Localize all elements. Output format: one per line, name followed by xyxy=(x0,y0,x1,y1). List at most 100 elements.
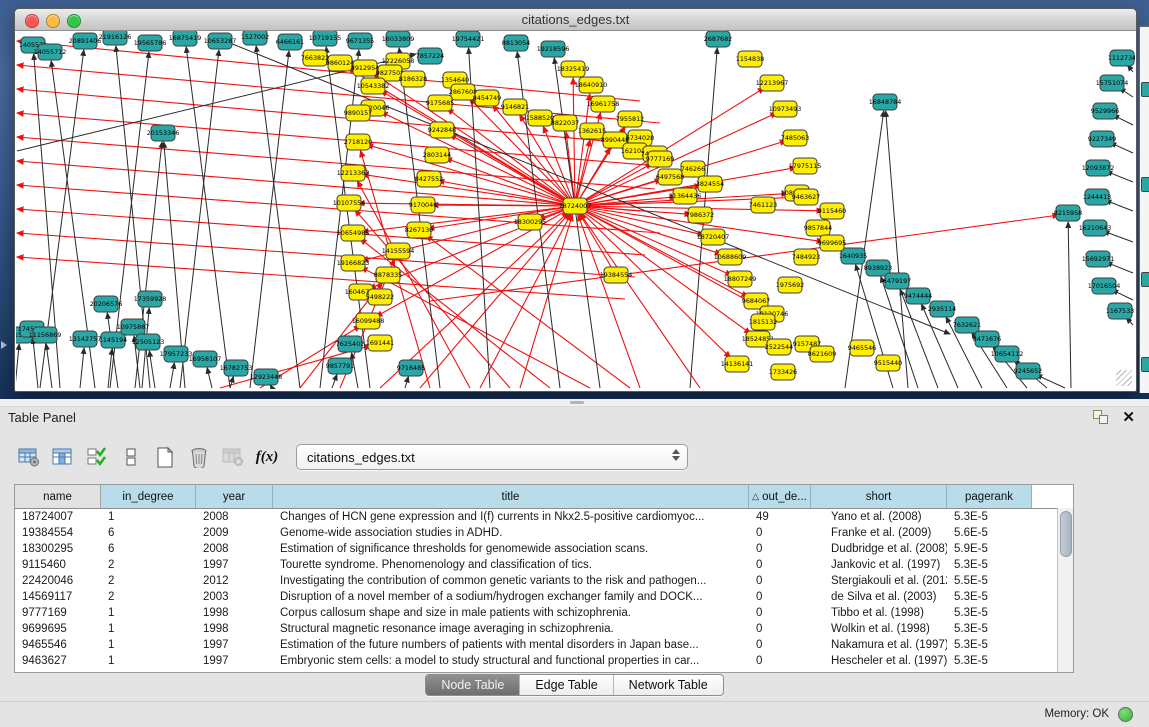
table-row[interactable]: 1830029562008Estimation of significance … xyxy=(15,541,1073,557)
table-row[interactable]: 946554611997Estimation of the future num… xyxy=(15,637,1073,653)
graph-node[interactable]: 17957233 xyxy=(160,346,193,362)
graph-node[interactable]: 7461123 xyxy=(749,197,777,213)
window-titlebar[interactable]: citations_edges.txt xyxy=(15,9,1136,31)
graph-node[interactable]: 10543382 xyxy=(357,78,390,94)
network-canvas[interactable]: 1405571140557122089140621916126195657861… xyxy=(16,31,1135,389)
graph-node[interactable]: 18720407 xyxy=(697,229,730,245)
graph-node[interactable]: 12093872 xyxy=(1082,160,1115,176)
collapse-panel-arrow-icon[interactable] xyxy=(1,341,7,349)
graph-node[interactable]: 9175685 xyxy=(426,95,454,111)
graph-node[interactable]: 9242848 xyxy=(428,122,456,138)
tab-network-table[interactable]: Network Table xyxy=(613,675,723,695)
graph-node[interactable]: 9146821 xyxy=(501,99,529,115)
column-header-title[interactable]: title xyxy=(273,485,749,508)
graph-node[interactable]: 9463627 xyxy=(792,189,820,205)
graph-node[interactable]: 6466161 xyxy=(276,34,304,50)
graph-node[interactable]: 6497568 xyxy=(656,169,684,185)
graph-node[interactable]: 18300295 xyxy=(514,214,547,230)
create-table-icon[interactable] xyxy=(152,444,178,470)
graph-node[interactable]: 10688609 xyxy=(714,249,747,265)
tab-node-table[interactable]: Node Table xyxy=(426,675,519,695)
graph-node[interactable]: 12505123 xyxy=(132,334,165,350)
table-row[interactable]: 911546021997Tourette syndrome. Phenomeno… xyxy=(15,557,1073,573)
graph-node[interactable]: 2803144 xyxy=(423,147,451,163)
graph-node[interactable]: 15692971 xyxy=(1082,251,1115,267)
graph-node[interactable]: 15751074 xyxy=(1096,75,1129,91)
graph-node[interactable]: 13142757 xyxy=(69,331,102,347)
graph-node[interactable]: 16875419 xyxy=(169,31,202,46)
graph-node[interactable]: 19754421 xyxy=(452,31,485,47)
graph-node[interactable]: 9777169 xyxy=(646,151,674,167)
graph-node[interactable]: 8822037 xyxy=(551,115,579,131)
graph-node[interactable]: 8267130 xyxy=(405,222,433,238)
graph-node[interactable]: 19565786 xyxy=(134,35,167,51)
graph-node[interactable]: 16958107 xyxy=(189,351,222,367)
graph-node[interactable]: 7484923 xyxy=(792,249,820,265)
table-row[interactable]: 946362711997Embryonic stem cells: a mode… xyxy=(15,653,1073,669)
citation-network-graph[interactable]: 1405571140557122089140621916126195657861… xyxy=(16,31,1135,389)
graph-node[interactable]: 16033809 xyxy=(382,31,415,47)
table-vertical-scrollbar[interactable] xyxy=(1057,508,1073,672)
graph-node[interactable]: 10975887 xyxy=(117,319,150,335)
graph-node[interactable]: 9857844 xyxy=(804,220,832,236)
graph-node[interactable]: 17975115 xyxy=(789,158,822,174)
graph-node[interactable]: 17359928 xyxy=(134,291,167,307)
graph-node[interactable]: 9857791 xyxy=(326,358,354,374)
graph-node[interactable]: 8427552 xyxy=(415,171,443,187)
graph-node[interactable]: 18724007 xyxy=(559,198,592,214)
graph-node[interactable]: 12923448 xyxy=(250,369,283,385)
graph-node[interactable]: 16099488 xyxy=(352,313,385,329)
graph-node[interactable]: 1112734 xyxy=(1108,50,1135,66)
graph-node[interactable]: 8186328 xyxy=(399,71,427,87)
graph-node[interactable]: 6479197 xyxy=(883,273,911,289)
graph-node[interactable]: 16782753 xyxy=(220,360,253,376)
select-rows-icon[interactable] xyxy=(84,444,110,470)
tab-edge-table[interactable]: Edge Table xyxy=(519,675,612,695)
graph-node[interactable]: 7857224 xyxy=(416,48,444,64)
graph-node[interactable]: 3824554 xyxy=(696,176,724,192)
graph-node[interactable]: 16961758 xyxy=(587,96,620,112)
graph-node[interactable]: 14055712 xyxy=(34,44,67,60)
graph-node[interactable]: 9465546 xyxy=(848,340,876,356)
graph-node[interactable]: 2687682 xyxy=(704,31,732,47)
column-header-year[interactable]: year xyxy=(196,485,273,508)
graph-node[interactable]: 9671355 xyxy=(346,33,374,49)
graph-node[interactable]: 9529966 xyxy=(1091,103,1119,119)
graph-node[interactable]: 1640935 xyxy=(839,248,867,264)
graph-node[interactable]: 7485063 xyxy=(781,130,809,146)
column-header-out_de[interactable]: △out_de... xyxy=(749,485,811,508)
graph-node[interactable]: 19384554 xyxy=(600,267,633,283)
graph-node[interactable]: 1527002 xyxy=(241,31,269,45)
graph-node[interactable]: 5498222 xyxy=(366,289,394,305)
graph-node[interactable]: 12213967 xyxy=(756,75,789,91)
graph-node[interactable]: 16210643 xyxy=(1079,220,1112,236)
graph-node[interactable]: 11156869 xyxy=(29,327,62,343)
graph-node[interactable]: 8813054 xyxy=(502,35,530,51)
graph-node[interactable]: 18640910 xyxy=(575,77,608,93)
graph-node[interactable]: 9115460 xyxy=(818,203,846,219)
graph-node[interactable]: 21364436 xyxy=(669,188,702,204)
graph-node[interactable]: 746266 xyxy=(681,161,705,177)
graph-node[interactable]: 7986372 xyxy=(686,207,714,223)
graph-node[interactable]: 9474444 xyxy=(904,288,932,304)
show-columns-icon[interactable] xyxy=(50,444,76,470)
graph-node[interactable]: 9890157 xyxy=(344,105,372,121)
graph-node[interactable]: 1975692 xyxy=(776,277,804,293)
graph-node[interactable]: 8215958 xyxy=(1054,205,1082,221)
graph-node[interactable]: 8454749 xyxy=(473,90,501,106)
column-header-name[interactable]: name xyxy=(15,485,101,508)
graph-node[interactable]: 10654985 xyxy=(337,225,370,241)
column-header-pagerank[interactable]: pagerank xyxy=(947,485,1032,508)
graph-node[interactable]: 2522544 xyxy=(765,339,793,355)
graph-node[interactable]: 9515440 xyxy=(874,355,902,371)
graph-node[interactable]: 17016504 xyxy=(1088,278,1121,294)
graph-node[interactable]: 10719155 xyxy=(309,31,342,46)
scrollbar-thumb[interactable] xyxy=(1060,511,1072,557)
graph-node[interactable]: 20206576 xyxy=(90,296,123,312)
graph-node[interactable]: 20153346 xyxy=(147,125,180,141)
table-row[interactable]: 1872400712008Changes of HCN gene express… xyxy=(15,509,1073,525)
graph-node[interactable]: 1733426 xyxy=(769,364,797,380)
graph-node[interactable]: 1815132 xyxy=(749,314,777,330)
graph-node[interactable]: 7632621 xyxy=(953,317,981,333)
graph-node[interactable]: 16848784 xyxy=(869,94,902,110)
